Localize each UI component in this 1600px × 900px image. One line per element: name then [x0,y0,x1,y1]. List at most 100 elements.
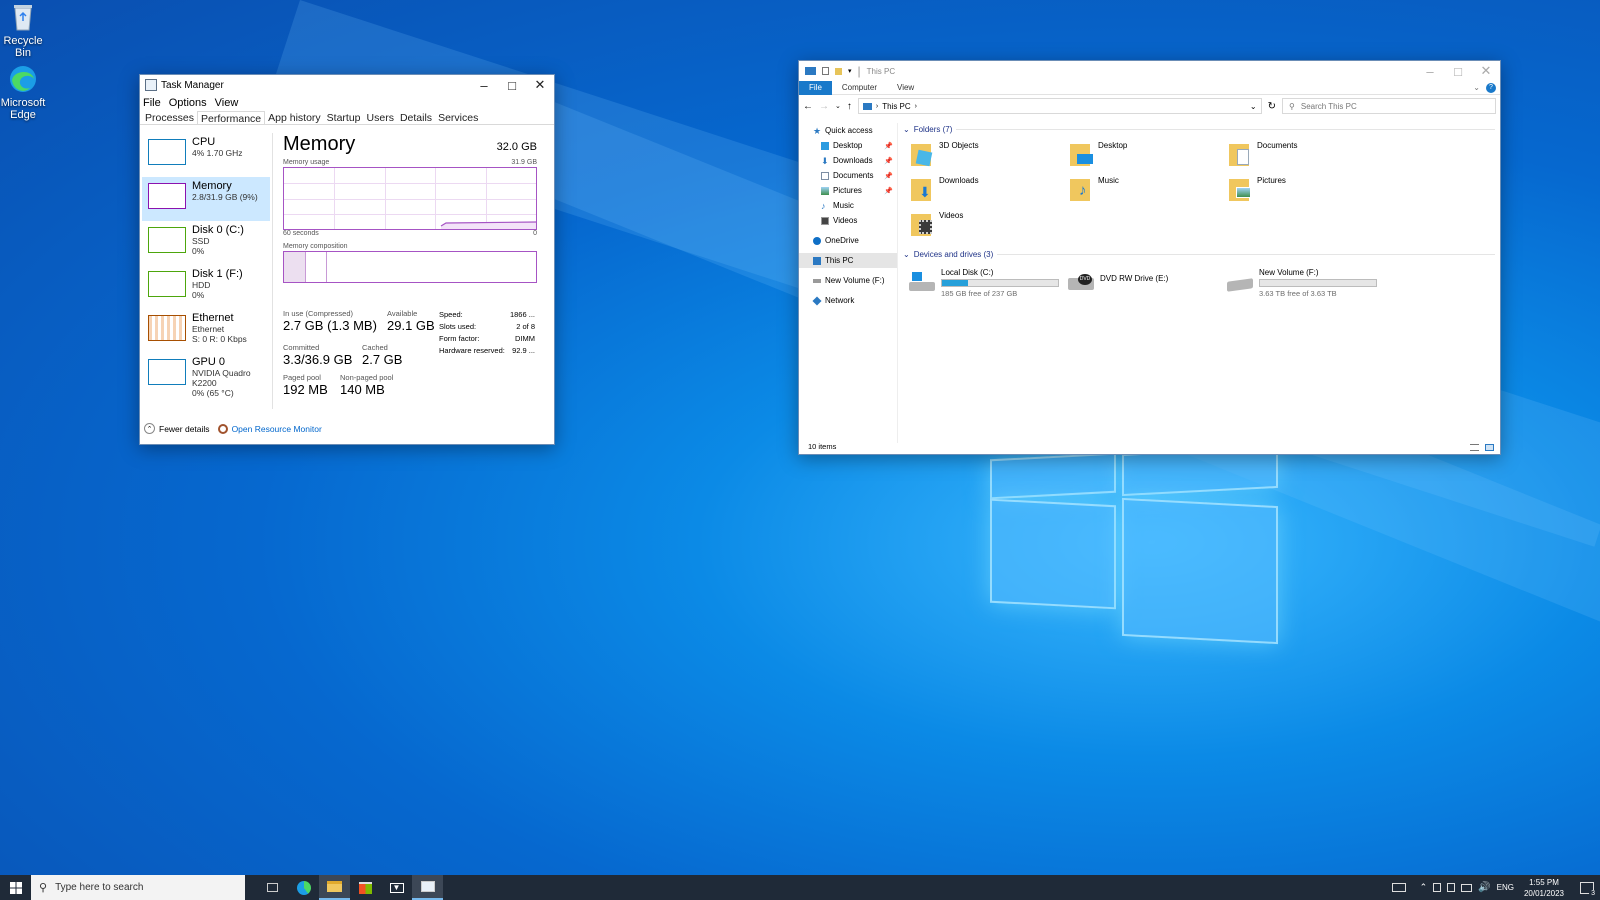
close-button[interactable]: ✕ [1472,61,1500,81]
resource-monitor-link[interactable]: Open Resource Monitor [217,423,322,434]
network-icon [812,295,822,306]
committed-label: Committed [283,343,320,352]
usb-icon[interactable] [1447,883,1456,892]
nav-item-pictures[interactable]: Pictures 📌 [799,183,897,198]
menu-view[interactable]: View [215,97,239,109]
nav-item-desktop[interactable]: Desktop 📌 [799,138,897,153]
chevron-up-icon[interactable]: ⌃ [1420,882,1428,893]
minimize-button[interactable]: – [1416,61,1444,81]
resource-monitor-label: Open Resource Monitor [231,423,322,434]
perf-item-disk1[interactable]: Disk 1 (F:) HDD 0% [142,265,270,309]
search-placeholder: Search This PC [1300,101,1357,111]
drive-dvd-e[interactable]: DVD DVD RW Drive (E:) [1062,268,1221,298]
tablet-icon[interactable] [1433,883,1442,892]
tab-performance[interactable]: Performance [197,111,266,125]
folders-group-header[interactable]: ⌄ Folders (7) [903,123,1495,135]
drives-group-header[interactable]: ⌄ Devices and drives (3) [903,248,1495,260]
start-button[interactable] [0,875,31,900]
ribbon-tab-computer[interactable]: Computer [832,81,887,95]
refresh-icon[interactable]: ↻ [1268,101,1276,112]
taskbar-edge-button[interactable] [288,875,319,900]
tab-users[interactable]: Users [364,111,397,124]
perf-item-cpu[interactable]: CPU 4% 1.70 GHz [142,133,270,177]
taskbar-file-explorer-button[interactable] [319,875,350,900]
tab-services[interactable]: Services [435,111,481,124]
toolbar-dropdown-icon[interactable]: ▾ [848,67,852,75]
nav-item-network[interactable]: Network [799,293,897,308]
back-arrow-icon[interactable]: ← [803,101,813,112]
cached-label: Cached [362,343,388,352]
expand-ribbon-icon[interactable]: ⌄ [1473,83,1480,92]
folder-documents[interactable]: Documents [1221,141,1380,176]
perf-item-ethernet[interactable]: Ethernet Ethernet S: 0 R: 0 Kbps [142,309,270,353]
this-pc-icon [805,67,816,75]
folder-downloads[interactable]: ⬇ Downloads [903,176,1062,211]
desktop-icon-recycle-bin[interactable]: Recycle Bin [0,2,48,59]
clock[interactable]: 1:55 PM 20/01/2023 [1520,877,1568,899]
nav-item-this-pc[interactable]: This PC [799,253,897,268]
ribbon-tab-view[interactable]: View [887,81,924,95]
drive-local-c[interactable]: Local Disk (C:) 185 GB free of 237 GB [903,268,1062,298]
menu-options[interactable]: Options [169,97,207,109]
pictures-folder-icon [1229,176,1253,202]
menu-file[interactable]: File [143,97,161,109]
nav-item-onedrive[interactable]: OneDrive [799,233,897,248]
properties-icon[interactable] [822,67,829,75]
folder-music[interactable]: ♪ Music [1062,176,1221,211]
network-icon[interactable] [1461,883,1473,892]
task-manager-titlebar[interactable]: Task Manager – □ ✕ [140,75,554,95]
nav-item-new-volume[interactable]: New Volume (F:) [799,273,897,288]
nav-item-music[interactable]: ♪ Music [799,198,897,213]
folder-videos[interactable]: Videos [903,211,1062,246]
forward-arrow-icon[interactable]: → [819,101,829,112]
nav-item-documents[interactable]: Documents 📌 [799,168,897,183]
taskbar-search-box[interactable]: ⚲ Type here to search [31,875,245,900]
fewer-details-button[interactable]: ⌃ Fewer details [144,423,210,434]
address-bar[interactable]: › This PC › ⌄ [857,98,1262,114]
maximize-button[interactable]: □ [1444,61,1472,81]
help-icon[interactable]: ? [1486,82,1496,93]
nav-item-downloads[interactable]: ⬇ Downloads 📌 [799,153,897,168]
available-value: 29.1 GB [387,318,435,333]
folder-3d-objects[interactable]: 3D Objects [903,141,1062,176]
nav-item-videos[interactable]: Videos [799,213,897,228]
tab-details[interactable]: Details [397,111,435,124]
nav-item-quick-access[interactable]: ★ Quick access [799,123,897,138]
tab-startup[interactable]: Startup [324,111,364,124]
perf-item-sub2: 0% (65 °C) [192,388,234,398]
ribbon-tab-file[interactable]: File [799,80,832,95]
taskbar-task-manager-button[interactable] [412,875,443,900]
desktop-icon-edge[interactable]: Microsoft Edge [0,64,48,121]
perf-item-sub: SSD [192,236,210,246]
perf-item-memory[interactable]: Memory 2.8/31.9 GB (9%) [142,177,270,221]
perf-item-gpu[interactable]: GPU 0 NVIDIA Quadro K2200 0% (65 °C) [142,353,270,398]
large-icons-view-icon[interactable] [1485,444,1494,451]
drive-new-volume-f[interactable]: New Volume (F:) 3.63 TB free of 3.63 TB [1221,268,1380,298]
notification-center-button[interactable]: 3 [1580,881,1597,897]
windows-drive-icon [909,268,935,294]
input-language[interactable]: ENG [1497,883,1514,892]
taskbar-store-button[interactable] [350,875,381,900]
task-view-button[interactable] [257,875,288,900]
close-button[interactable]: ✕ [526,75,554,95]
maximize-button[interactable]: □ [498,75,526,95]
edge-icon [10,66,36,92]
folder-pictures[interactable]: Pictures [1221,176,1380,211]
folder-desktop[interactable]: Desktop [1062,141,1221,176]
address-dropdown-icon[interactable]: ⌄ [1250,102,1257,111]
search-input[interactable]: ⚲ Search This PC [1282,98,1496,114]
tab-app-history[interactable]: App history [265,111,324,124]
volume-icon[interactable]: 🔊 [1478,882,1490,893]
perf-item-disk0[interactable]: Disk 0 (C:) SSD 0% [142,221,270,265]
tab-processes[interactable]: Processes [142,111,197,124]
up-arrow-icon[interactable]: ↑ [847,101,852,112]
explorer-titlebar[interactable]: ▾ | This PC – □ ✕ [799,61,1500,81]
new-folder-icon[interactable] [835,67,842,75]
chevron-up-icon: ⌃ [144,423,155,434]
taskbar-mail-button[interactable]: ▼ [381,875,412,900]
keyboard-icon[interactable] [1391,883,1406,892]
details-view-icon[interactable] [1470,444,1479,451]
drive-icon [813,278,821,283]
minimize-button[interactable]: – [470,75,498,95]
recent-locations-icon[interactable]: ⌄ [835,102,841,110]
